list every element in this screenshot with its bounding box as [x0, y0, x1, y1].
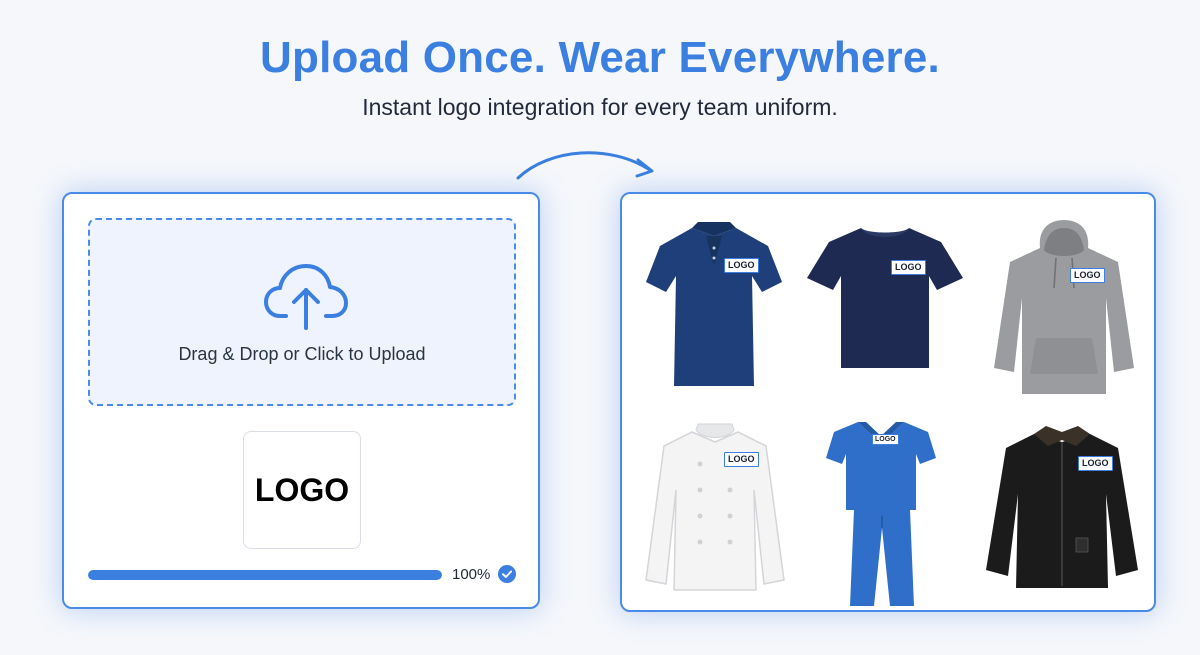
- scrubs-logo-patch: LOGO: [872, 434, 899, 445]
- hoodie-item[interactable]: LOGO: [990, 218, 1138, 398]
- tshirt-item[interactable]: LOGO: [805, 222, 965, 370]
- chef-coat-item[interactable]: LOGO: [642, 420, 788, 594]
- hoodie-icon: [994, 220, 1134, 394]
- logo-preview: LOGO: [243, 431, 361, 549]
- dropzone-label: Drag & Drop or Click to Upload: [178, 344, 426, 364]
- chef-coat-icon: [645, 423, 785, 591]
- headline: Upload Once. Wear Everywhere.: [260, 33, 940, 82]
- upload-progress-bar: [88, 570, 442, 580]
- polo-logo-patch: LOGO: [724, 258, 759, 273]
- tshirt-logo-patch: LOGO: [891, 260, 926, 275]
- polo-shirt-item[interactable]: LOGO: [644, 218, 784, 390]
- upload-progress-label: 100%: [452, 566, 491, 583]
- scrubs-icon: [826, 422, 936, 606]
- scrubs-item[interactable]: LOGO: [824, 418, 938, 608]
- jacket-logo-patch: LOGO: [1078, 456, 1113, 471]
- hoodie-logo-patch: LOGO: [1070, 268, 1105, 283]
- subheadline: Instant logo integration for every team …: [362, 94, 838, 120]
- upload-dropzone[interactable]: Drag & Drop or Click to Upload: [88, 218, 516, 406]
- curved-arrow-icon: [516, 151, 654, 180]
- chef-coat-logo-patch: LOGO: [724, 452, 759, 467]
- cloud-upload-icon: [264, 264, 348, 330]
- check-circle-icon: [498, 565, 516, 583]
- work-jacket-item[interactable]: LOGO: [982, 420, 1142, 594]
- work-jacket-icon: [986, 426, 1138, 588]
- logo-preview-text: LOGO: [254, 471, 350, 508]
- upload-progress-fill: [88, 570, 442, 580]
- uniform-gallery: LOGO LOGO LOGO LOGO LOGO LOGO: [620, 192, 1156, 612]
- polo-shirt-icon: [646, 222, 782, 386]
- upload-panel: Drag & Drop or Click to Upload LOGO 100%: [62, 192, 540, 609]
- tshirt-icon: [807, 228, 963, 368]
